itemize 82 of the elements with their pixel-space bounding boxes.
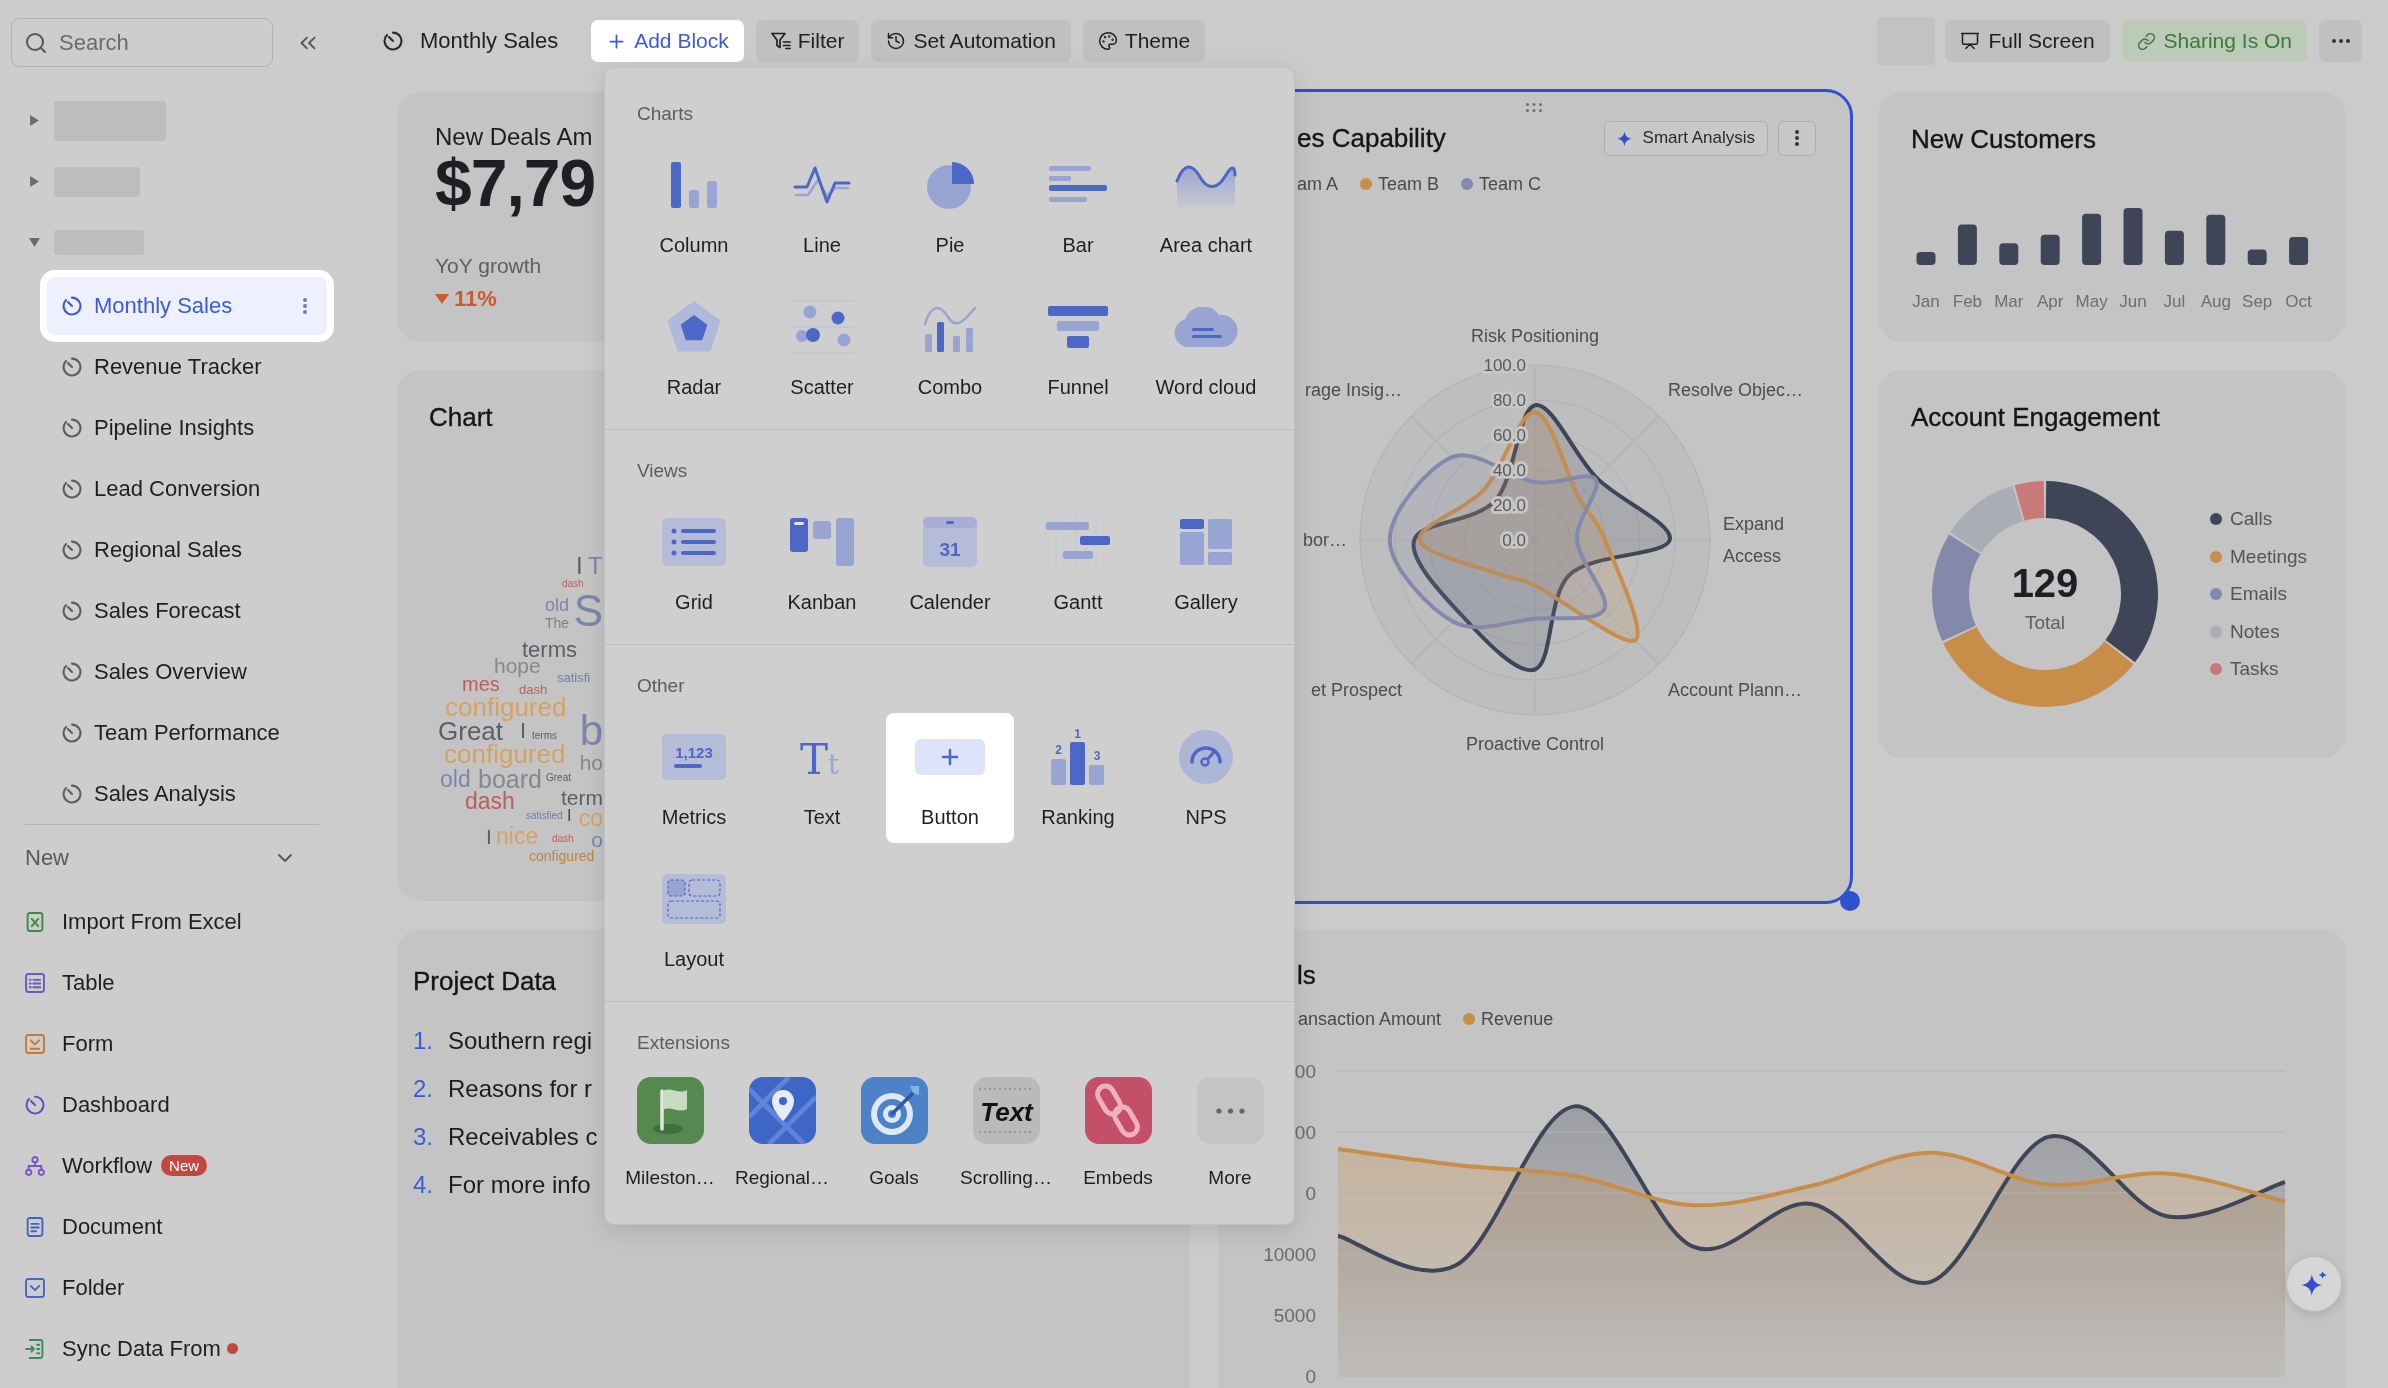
list-number: 3. xyxy=(413,1122,434,1152)
cloud-word: satisfi xyxy=(557,669,591,685)
card-title: es Capability xyxy=(1297,122,1446,155)
metric-caption: YoY growth xyxy=(435,253,542,279)
legend-label: Team B xyxy=(1378,173,1440,195)
tick-label: 0 xyxy=(1305,1365,1316,1386)
list-item-text: For more info xyxy=(448,1170,591,1200)
axis-label: Account Plann… xyxy=(1667,678,1802,702)
tick-label: 0 xyxy=(1305,1182,1316,1204)
calendar-icon: 31 xyxy=(923,517,977,567)
cloud-word: terms xyxy=(532,729,557,741)
axis-label: Mar xyxy=(1994,291,2024,311)
axis-label: Sep xyxy=(2242,291,2273,311)
legend-label: Revenue xyxy=(1481,1008,1554,1030)
total-value: 129 xyxy=(2011,561,2079,605)
axis-label: Feb xyxy=(1952,291,1983,311)
legend-label: Tasks xyxy=(2230,658,2279,680)
cloud-word: nice xyxy=(496,823,539,849)
card-title: Chart xyxy=(429,401,493,434)
cloud-word: I xyxy=(576,551,583,579)
tick-label: 100.0 xyxy=(1483,355,1526,375)
axis-label: Oct xyxy=(2285,291,2312,311)
section-title: Extensions xyxy=(637,1031,730,1055)
page-title: Monthly Sales xyxy=(420,28,559,54)
tick-label: 0.0 xyxy=(1502,530,1526,550)
axis-label: Jun xyxy=(2119,291,2147,311)
axis-label: Risk Positioning xyxy=(1470,325,1600,348)
axis-label: Aug xyxy=(2200,291,2231,311)
legend-label: Calls xyxy=(2230,508,2273,530)
tick-label: 00 xyxy=(1294,1060,1316,1082)
cloud-word: I xyxy=(567,806,572,824)
section-title: Charts xyxy=(637,102,693,126)
tag-badge: New xyxy=(161,1155,208,1176)
list-item-text: Receivables c xyxy=(448,1122,598,1152)
section-title: Other xyxy=(637,674,685,698)
cloud-word: configured xyxy=(529,848,595,864)
list-number: 1. xyxy=(413,1026,434,1056)
cloud-word: Great xyxy=(546,771,571,783)
axis-label: Apr xyxy=(2036,291,2064,311)
list-number: 2. xyxy=(413,1074,434,1104)
tick-label: 5000 xyxy=(1273,1304,1316,1326)
legend-label: ansaction Amount xyxy=(1298,1008,1442,1030)
cloud-word: I xyxy=(486,824,492,848)
axis-label: Jan xyxy=(1912,291,1940,311)
section-title: New xyxy=(25,845,69,871)
legend-label: Notes xyxy=(2230,620,2280,643)
tick-label: 20.0 xyxy=(1492,495,1526,515)
list-item-text: Southern regi xyxy=(448,1026,593,1056)
cloud-word: dash xyxy=(562,577,584,589)
card-title: Project Data xyxy=(413,965,557,998)
legend-label: Team C xyxy=(1479,173,1542,195)
legend-label: Emails xyxy=(2230,583,2287,605)
axis-label: May xyxy=(2075,291,2108,311)
legend-label: am A xyxy=(1297,173,1339,195)
axis-label: bor… xyxy=(1303,529,1347,552)
card-title: Account Engagement xyxy=(1911,401,2160,434)
axis-label: Proactive Control xyxy=(1465,733,1605,756)
axis-label: Jul xyxy=(2163,291,2186,311)
card-title: ls xyxy=(1297,959,1316,992)
list-number: 4. xyxy=(413,1170,434,1200)
axis-label: rage Insig… xyxy=(1305,379,1403,403)
cloud-word: The xyxy=(545,615,570,631)
cloud-word: dash xyxy=(519,681,548,697)
cloud-word: mes xyxy=(462,673,500,695)
axis-label: Expand Access xyxy=(1723,513,1786,568)
metric-icon: 1,123 xyxy=(662,734,726,780)
cloud-word: T xyxy=(588,551,603,579)
cloud-word: satisfied xyxy=(526,809,563,821)
section-title: Views xyxy=(637,459,688,483)
axis-label: Resolve Objec… xyxy=(1667,379,1803,403)
card-title: New Customers xyxy=(1911,123,2096,156)
tick-label: 10000 xyxy=(1263,1243,1316,1265)
total-label: Total xyxy=(2024,611,2066,633)
list-item-text: Reasons for r xyxy=(448,1074,593,1104)
text-icon: Text xyxy=(972,1077,1040,1144)
axis-label: et Prospect xyxy=(1311,678,1403,702)
cloud-word: old xyxy=(545,595,570,615)
cloud-word: dash xyxy=(552,832,574,844)
legend-label: Meetings xyxy=(2230,545,2308,568)
tick-label: 80.0 xyxy=(1492,390,1526,410)
tick-label: 00 xyxy=(1294,1121,1316,1143)
change-value: 11% xyxy=(454,286,497,312)
